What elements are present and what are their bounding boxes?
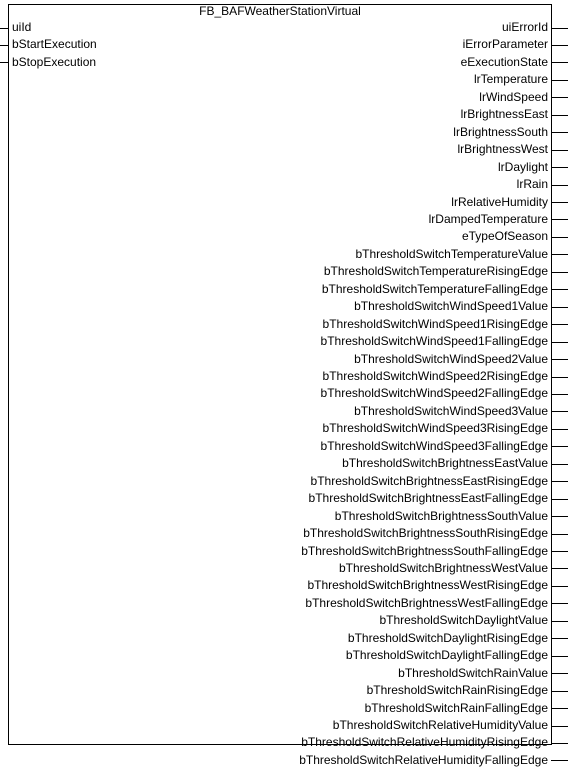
output-connector-bThresholdSwitchBrightnessSouthFallingEdge[interactable] xyxy=(551,551,568,552)
output-connector-bThresholdSwitchRainRisingEdge[interactable] xyxy=(551,691,568,692)
output-connector-eExecutionState[interactable] xyxy=(551,62,568,63)
output-connector-bThresholdSwitchDaylightValue[interactable] xyxy=(551,621,568,622)
output-connector-bThresholdSwitchBrightnessEastValue[interactable] xyxy=(551,464,568,465)
output-connector-bThresholdSwitchWindSpeed1Value[interactable] xyxy=(551,307,568,308)
output-connector-eTypeOfSeason[interactable] xyxy=(551,237,568,238)
output-pin-bThresholdSwitchDaylightValue[interactable]: bThresholdSwitchDaylightValue xyxy=(7,612,575,629)
output-connector-uiErrorId[interactable] xyxy=(551,28,568,29)
output-pin-bThresholdSwitchWindSpeed3RisingEdge[interactable]: bThresholdSwitchWindSpeed3RisingEdge xyxy=(7,420,575,437)
output-connector-bThresholdSwitchDaylightRisingEdge[interactable] xyxy=(551,638,568,639)
output-pin-bThresholdSwitchWindSpeed3Value[interactable]: bThresholdSwitchWindSpeed3Value xyxy=(7,403,575,420)
output-connector-bThresholdSwitchBrightnessEastRisingEdge[interactable] xyxy=(551,481,568,482)
output-connector-bThresholdSwitchRelativeHumidityValue[interactable] xyxy=(551,726,568,727)
output-connector-bThresholdSwitchRelativeHumidityFallingEdge[interactable] xyxy=(551,760,568,761)
output-connector-bThresholdSwitchDaylightFallingEdge[interactable] xyxy=(551,656,568,657)
output-pin-bThresholdSwitchWindSpeed3FallingEdge[interactable]: bThresholdSwitchWindSpeed3FallingEdge xyxy=(7,438,575,455)
output-connector-lrBrightnessSouth[interactable] xyxy=(551,132,568,133)
output-connector-bThresholdSwitchWindSpeed3FallingEdge[interactable] xyxy=(551,446,568,447)
output-connector-bThresholdSwitchWindSpeed2FallingEdge[interactable] xyxy=(551,394,568,395)
output-connector-lrRelativeHumidity[interactable] xyxy=(551,202,568,203)
output-pin-bThresholdSwitchDaylightFallingEdge[interactable]: bThresholdSwitchDaylightFallingEdge xyxy=(7,647,575,664)
output-connector-lrDampedTemperature[interactable] xyxy=(551,219,568,220)
output-connector-bThresholdSwitchTemperatureFallingEdge[interactable] xyxy=(551,289,568,290)
output-pin-bThresholdSwitchBrightnessSouthFallingEdge[interactable]: bThresholdSwitchBrightnessSouthFallingEd… xyxy=(7,543,575,560)
output-pin-bThresholdSwitchTemperatureFallingEdge[interactable]: bThresholdSwitchTemperatureFallingEdge xyxy=(7,281,575,298)
output-connector-bThresholdSwitchWindSpeed1RisingEdge[interactable] xyxy=(551,324,568,325)
output-pin-bThresholdSwitchBrightnessWestRisingEdge[interactable]: bThresholdSwitchBrightnessWestRisingEdge xyxy=(7,577,575,594)
output-connector-bThresholdSwitchWindSpeed1FallingEdge[interactable] xyxy=(551,342,568,343)
output-pin-bThresholdSwitchBrightnessWestFallingEdge[interactable]: bThresholdSwitchBrightnessWestFallingEdg… xyxy=(7,595,575,612)
output-connector-bThresholdSwitchRainFallingEdge[interactable] xyxy=(551,708,568,709)
output-connector-bThresholdSwitchRainValue[interactable] xyxy=(551,673,568,674)
output-connector-bThresholdSwitchBrightnessSouthRisingEdge[interactable] xyxy=(551,534,568,535)
output-pin-bThresholdSwitchRainFallingEdge[interactable]: bThresholdSwitchRainFallingEdge xyxy=(7,700,575,717)
output-pin-lrBrightnessSouth[interactable]: lrBrightnessSouth xyxy=(7,124,575,141)
output-pin-eTypeOfSeason[interactable]: eTypeOfSeason xyxy=(7,228,575,245)
output-pin-bThresholdSwitchBrightnessSouthValue[interactable]: bThresholdSwitchBrightnessSouthValue xyxy=(7,508,575,525)
output-pin-bThresholdSwitchWindSpeed2FallingEdge[interactable]: bThresholdSwitchWindSpeed2FallingEdge xyxy=(7,385,575,402)
output-pin-bThresholdSwitchRelativeHumidityRisingEdge[interactable]: bThresholdSwitchRelativeHumidityRisingEd… xyxy=(7,734,575,751)
output-connector-bThresholdSwitchWindSpeed2Value[interactable] xyxy=(551,359,568,360)
output-connector-lrDaylight[interactable] xyxy=(551,167,568,168)
output-pin-bThresholdSwitchRainValue[interactable]: bThresholdSwitchRainValue xyxy=(7,665,575,682)
output-pin-bThresholdSwitchRelativeHumidityFallingEdge[interactable]: bThresholdSwitchRelativeHumidityFallingE… xyxy=(7,752,575,769)
output-pin-lrTemperature[interactable]: lrTemperature xyxy=(7,71,575,88)
output-pin-bThresholdSwitchWindSpeed1Value[interactable]: bThresholdSwitchWindSpeed1Value xyxy=(7,298,575,315)
output-pin-bThresholdSwitchTemperatureValue[interactable]: bThresholdSwitchTemperatureValue xyxy=(7,246,575,263)
output-connector-lrTemperature[interactable] xyxy=(551,80,568,81)
output-pin-bThresholdSwitchWindSpeed2Value[interactable]: bThresholdSwitchWindSpeed2Value xyxy=(7,351,575,368)
output-pin-lrBrightnessEast[interactable]: lrBrightnessEast xyxy=(7,106,575,123)
output-pin-bThresholdSwitchWindSpeed1RisingEdge[interactable]: bThresholdSwitchWindSpeed1RisingEdge xyxy=(7,316,575,333)
output-pin-eExecutionState[interactable]: eExecutionState xyxy=(7,54,575,71)
output-pin-lrDaylight[interactable]: lrDaylight xyxy=(7,159,575,176)
output-connector-iErrorParameter[interactable] xyxy=(551,45,568,46)
output-pin-iErrorParameter[interactable]: iErrorParameter xyxy=(7,36,575,53)
output-connector-lrRain[interactable] xyxy=(551,185,568,186)
output-pin-bThresholdSwitchBrightnessEastValue[interactable]: bThresholdSwitchBrightnessEastValue xyxy=(7,455,575,472)
output-pin-bThresholdSwitchBrightnessEastFallingEdge[interactable]: bThresholdSwitchBrightnessEastFallingEdg… xyxy=(7,490,575,507)
output-connector-lrBrightnessWest[interactable] xyxy=(551,150,568,151)
output-pin-lrBrightnessWest[interactable]: lrBrightnessWest xyxy=(7,141,575,158)
output-pin-bThresholdSwitchDaylightRisingEdge[interactable]: bThresholdSwitchDaylightRisingEdge xyxy=(7,630,575,647)
output-pin-uiErrorId[interactable]: uiErrorId xyxy=(7,19,575,36)
output-connector-lrWindSpeed[interactable] xyxy=(551,97,568,98)
output-pin-lrDampedTemperature[interactable]: lrDampedTemperature xyxy=(7,211,575,228)
output-pin-bThresholdSwitchBrightnessWestValue[interactable]: bThresholdSwitchBrightnessWestValue xyxy=(7,560,575,577)
output-pin-bThresholdSwitchWindSpeed1FallingEdge[interactable]: bThresholdSwitchWindSpeed1FallingEdge xyxy=(7,333,575,350)
output-connector-bThresholdSwitchWindSpeed2RisingEdge[interactable] xyxy=(551,377,568,378)
output-pin-bThresholdSwitchBrightnessSouthRisingEdge[interactable]: bThresholdSwitchBrightnessSouthRisingEdg… xyxy=(7,525,575,542)
output-connector-bThresholdSwitchBrightnessWestValue[interactable] xyxy=(551,568,568,569)
output-pin-lrRain[interactable]: lrRain xyxy=(7,176,575,193)
output-pin-bThresholdSwitchTemperatureRisingEdge[interactable]: bThresholdSwitchTemperatureRisingEdge xyxy=(7,263,575,280)
output-connector-bThresholdSwitchWindSpeed3RisingEdge[interactable] xyxy=(551,429,568,430)
function-block-title: FB_BAFWeatherStationVirtual xyxy=(199,4,361,18)
output-connector-lrBrightnessEast[interactable] xyxy=(551,115,568,116)
output-pin-bThresholdSwitchWindSpeed2RisingEdge[interactable]: bThresholdSwitchWindSpeed2RisingEdge xyxy=(7,368,575,385)
function-block-diagram: FB_BAFWeatherStationVirtual uiId bStartEx… xyxy=(0,0,575,767)
output-connector-bThresholdSwitchWindSpeed3Value[interactable] xyxy=(551,411,568,412)
output-pin-bThresholdSwitchBrightnessEastRisingEdge[interactable]: bThresholdSwitchBrightnessEastRisingEdge xyxy=(7,473,575,490)
output-connector-bThresholdSwitchTemperatureRisingEdge[interactable] xyxy=(551,272,568,273)
output-pin-bThresholdSwitchRainRisingEdge[interactable]: bThresholdSwitchRainRisingEdge xyxy=(7,682,575,699)
output-connector-bThresholdSwitchBrightnessWestRisingEdge[interactable] xyxy=(551,586,568,587)
output-connector-bThresholdSwitchBrightnessSouthValue[interactable] xyxy=(551,516,568,517)
output-pin-lrWindSpeed[interactable]: lrWindSpeed xyxy=(7,89,575,106)
output-pin-bThresholdSwitchRelativeHumidityValue[interactable]: bThresholdSwitchRelativeHumidityValue xyxy=(7,717,575,734)
output-connector-bThresholdSwitchRelativeHumidityRisingEdge[interactable] xyxy=(551,743,568,744)
output-pin-lrRelativeHumidity[interactable]: lrRelativeHumidity xyxy=(7,194,575,211)
output-connector-bThresholdSwitchTemperatureValue[interactable] xyxy=(551,254,568,255)
output-connector-bThresholdSwitchBrightnessEastFallingEdge[interactable] xyxy=(551,499,568,500)
output-connector-bThresholdSwitchBrightnessWestFallingEdge[interactable] xyxy=(551,603,568,604)
